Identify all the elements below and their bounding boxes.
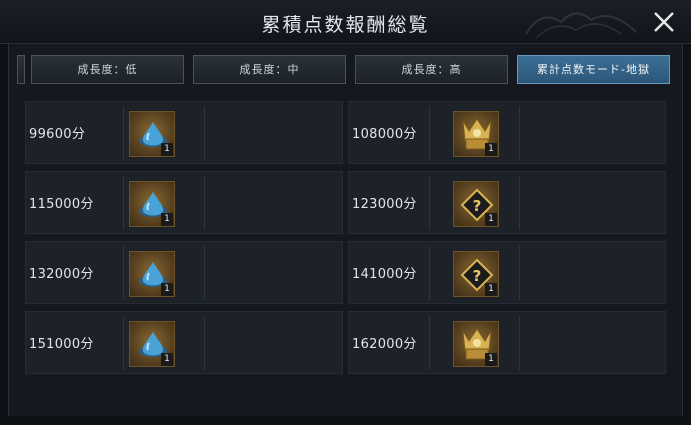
- divider: [123, 316, 124, 370]
- divider: [123, 106, 124, 160]
- divider: [519, 246, 520, 300]
- title-bar: 累積点数報酬総覧: [0, 0, 691, 44]
- item-quantity: 1: [161, 283, 173, 296]
- tab-scroll-stub[interactable]: [17, 55, 25, 84]
- tab-growth-high[interactable]: 成長度：高: [355, 55, 508, 84]
- item-quantity: 1: [485, 143, 497, 156]
- reward-item[interactable]: 1: [129, 321, 175, 367]
- item-quantity: 1: [485, 213, 497, 226]
- divider: [204, 246, 205, 300]
- page-title: 累積点数報酬総覧: [261, 14, 430, 36]
- tab-growth-mid[interactable]: 成長度：中: [193, 55, 346, 84]
- divider: [204, 176, 205, 230]
- item-quantity: 1: [161, 143, 173, 156]
- score-threshold: 151000分: [29, 337, 94, 352]
- svg-text:?: ?: [473, 197, 482, 215]
- divider: [204, 316, 205, 370]
- reward-row: 99600分 1: [25, 101, 343, 164]
- reward-row: 162000分 1: [348, 311, 666, 374]
- item-quantity: 1: [485, 283, 497, 296]
- divider: [204, 106, 205, 160]
- close-icon: [654, 12, 674, 32]
- reward-row: 115000分 1: [25, 171, 343, 234]
- reward-row: 123000分 ? 1: [348, 171, 666, 234]
- reward-item[interactable]: ? 1: [453, 181, 499, 227]
- reward-row: 141000分 ? 1: [348, 241, 666, 304]
- tab-bar: 成長度：低 成長度：中 成長度：高 累計点数モード-地獄: [9, 52, 684, 86]
- divider: [123, 176, 124, 230]
- reward-item[interactable]: 1: [453, 111, 499, 157]
- close-button[interactable]: [651, 9, 677, 35]
- score-threshold: 123000分: [352, 197, 417, 212]
- item-quantity: 1: [161, 213, 173, 226]
- reward-item[interactable]: 1: [129, 251, 175, 297]
- reward-item[interactable]: 1: [129, 111, 175, 157]
- divider: [429, 106, 430, 160]
- svg-text:?: ?: [473, 267, 482, 285]
- reward-item[interactable]: ? 1: [453, 251, 499, 297]
- score-threshold: 141000分: [352, 267, 417, 282]
- reward-item[interactable]: 1: [129, 181, 175, 227]
- divider: [519, 316, 520, 370]
- divider: [429, 176, 430, 230]
- item-quantity: 1: [485, 353, 497, 366]
- reward-row: 151000分 1: [25, 311, 343, 374]
- item-quantity: 1: [161, 353, 173, 366]
- score-threshold: 99600分: [29, 127, 86, 142]
- divider: [519, 176, 520, 230]
- divider: [429, 316, 430, 370]
- reward-row: 132000分 1: [25, 241, 343, 304]
- divider: [123, 246, 124, 300]
- divider: [519, 106, 520, 160]
- tab-hell-mode[interactable]: 累計点数モード-地獄: [517, 55, 670, 84]
- tab-growth-low[interactable]: 成長度：低: [31, 55, 184, 84]
- score-threshold: 162000分: [352, 337, 417, 352]
- divider: [429, 246, 430, 300]
- score-threshold: 132000分: [29, 267, 94, 282]
- score-threshold: 115000分: [29, 197, 94, 212]
- reward-item[interactable]: 1: [453, 321, 499, 367]
- score-threshold: 108000分: [352, 127, 417, 142]
- reward-row: 108000分 1: [348, 101, 666, 164]
- reward-panel: 成長度：低 成長度：中 成長度：高 累計点数モード-地獄 99600分 1 11…: [8, 44, 683, 416]
